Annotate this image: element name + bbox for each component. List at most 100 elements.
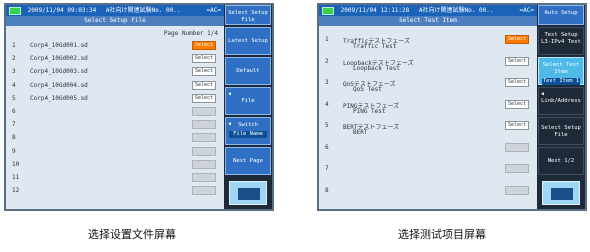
test-item-subtitle: Loopback Test bbox=[353, 64, 400, 72]
switch-button[interactable]: ◀ Switch File Name bbox=[225, 117, 271, 145]
row-number: 9 bbox=[12, 147, 16, 155]
page-title: Select Setup File bbox=[6, 16, 224, 26]
select-button[interactable]: Select bbox=[505, 121, 529, 130]
file-name: Corp4_10Gd002.sd bbox=[30, 55, 88, 63]
row-number: 8 bbox=[12, 134, 16, 142]
row-number: 3 bbox=[12, 68, 16, 76]
select-button[interactable]: Select bbox=[505, 78, 529, 87]
latest-setup-button[interactable]: Latest Setup bbox=[225, 27, 271, 55]
row-number: 6 bbox=[325, 143, 329, 151]
row-number: 8 bbox=[325, 186, 329, 194]
status-index: =AC= bbox=[519, 7, 534, 14]
row-number: 3 bbox=[325, 79, 329, 86]
next-page-button[interactable]: Next Page bbox=[225, 147, 271, 175]
select-button[interactable]: Select bbox=[192, 54, 216, 64]
row-number: 2 bbox=[325, 57, 329, 65]
row-number: 7 bbox=[325, 165, 329, 172]
softkey-title: Select Setup File bbox=[225, 5, 271, 25]
triangle-left-icon: ◀ bbox=[228, 121, 232, 127]
file-row: 11 Select bbox=[12, 173, 220, 182]
select-button: Select bbox=[192, 120, 216, 130]
timestamp: 2009/11/04 09:03:34 bbox=[27, 7, 97, 14]
softkey-panel: Select Setup File Latest Setup Default ◀… bbox=[224, 5, 272, 209]
row-number: 12 bbox=[12, 187, 20, 195]
row-number: 6 bbox=[12, 108, 16, 115]
select-button[interactable]: Select bbox=[505, 35, 529, 44]
file-row: 5 Corp4_10Gd005.sd Select bbox=[12, 93, 220, 103]
select-button[interactable]: Select bbox=[192, 80, 216, 90]
file-name: Corp4_10Gd001.sd bbox=[30, 42, 88, 49]
select-button: Select bbox=[505, 185, 529, 195]
select-button: Select bbox=[505, 164, 529, 173]
file-name: Corp4_10Gd004.sd bbox=[30, 81, 88, 89]
test-item-name: BERTテストフェーズ bbox=[343, 124, 400, 131]
row-number: 4 bbox=[325, 100, 329, 108]
select-button[interactable]: Select bbox=[192, 41, 216, 50]
select-setup-file-button[interactable]: Select Setup File bbox=[538, 117, 584, 145]
file-row: 12 Select bbox=[12, 186, 220, 196]
test-item-row: 5 BERTテストフェーズ BERT Select bbox=[325, 121, 533, 136]
caption-select-setup-file: 选择设置文件屏幕 bbox=[88, 228, 176, 241]
file-name: Corp4_10Gd005.sd bbox=[30, 94, 88, 102]
test-item-subtitle: PING Test bbox=[353, 107, 386, 115]
test-item-row: 6 Select bbox=[325, 142, 533, 158]
select-button: Select bbox=[192, 146, 216, 156]
test-item-row: 7 Select bbox=[325, 164, 533, 179]
select-button[interactable]: Select bbox=[505, 56, 529, 66]
link-address-button[interactable]: ◀ Link/Address bbox=[538, 87, 584, 115]
status-index: =AC= bbox=[206, 7, 221, 14]
select-test-item-button[interactable]: Select Test Item Test Item 1 bbox=[538, 57, 584, 85]
select-button[interactable]: Select bbox=[192, 93, 216, 103]
select-button: Select bbox=[192, 133, 216, 143]
file-row: 8 Select bbox=[12, 133, 220, 143]
select-setup-file-screen: 2009/11/04 09:03:34 A社向け関連試験No. 00.. =AC… bbox=[4, 3, 274, 211]
select-button[interactable]: Select bbox=[505, 99, 529, 109]
triangle-left-icon: ◀ bbox=[228, 91, 232, 97]
file-row: 10 Select bbox=[12, 159, 220, 169]
file-row: 1 Corp4_10Gd001.sd Select bbox=[12, 41, 220, 50]
select-button: Select bbox=[192, 107, 216, 116]
select-button: Select bbox=[192, 173, 216, 182]
row-number: 7 bbox=[12, 121, 16, 129]
file-button[interactable]: ◀ File bbox=[225, 87, 271, 115]
select-test-item-screen: 2009/11/04 12:11:28 A社向け関連試験No. 00.. =AC… bbox=[317, 3, 587, 211]
file-row: 3 Corp4_10Gd003.sd Select bbox=[12, 67, 220, 77]
file-row: 9 Select bbox=[12, 146, 220, 156]
test-item-row: 1 Trafficテストフェーズ Traffic Test Select bbox=[325, 35, 533, 50]
file-list: Page Number 1/4 1 Corp4_10Gd001.sd Select 2… bbox=[6, 26, 224, 209]
test-item-row: 3 QoSテストフェーズ QoS Test Select bbox=[325, 78, 533, 93]
status-bar: 2009/11/04 12:11:28 A社向け関連試験No. 00.. =AC… bbox=[319, 5, 537, 16]
battery-icon bbox=[9, 6, 21, 15]
page-title: Select Test Item bbox=[319, 16, 537, 26]
softkey-panel: Auto Setup Test Setup L3-IPv4 Test Selec… bbox=[537, 5, 585, 209]
caption-select-test-item: 选择测试项目屏幕 bbox=[398, 228, 486, 241]
file-row: 2 Corp4_10Gd002.sd Select bbox=[12, 54, 220, 64]
softkey-title: Auto Setup bbox=[538, 5, 584, 25]
row-number: 11 bbox=[12, 174, 20, 181]
next-button[interactable]: Next 1/2 bbox=[538, 147, 584, 175]
row-number: 10 bbox=[12, 160, 20, 168]
select-button: Select bbox=[192, 186, 216, 196]
status-bar: 2009/11/04 09:03:34 A社向け関連試験No. 00.. =AC… bbox=[6, 5, 224, 16]
page-number: Page Number 1/4 bbox=[163, 30, 218, 37]
test-item-list: 1 Trafficテストフェーズ Traffic Test Select 2 Loopba… bbox=[319, 26, 537, 209]
select-button: Select bbox=[505, 142, 529, 152]
test-setup-button[interactable]: Test Setup L3-IPv4 Test bbox=[538, 27, 584, 55]
file-row: 6 Select bbox=[12, 107, 220, 116]
device-logo-icon bbox=[542, 181, 580, 205]
battery-icon bbox=[322, 6, 334, 15]
default-button[interactable]: Default bbox=[225, 57, 271, 85]
select-button[interactable]: Select bbox=[192, 67, 216, 77]
row-number: 2 bbox=[12, 55, 16, 63]
row-number: 5 bbox=[325, 122, 329, 129]
row-number: 1 bbox=[12, 42, 16, 49]
test-item-row: 8 Select bbox=[325, 185, 533, 201]
test-item-subtitle: BERT bbox=[353, 129, 368, 136]
test-item-row: 4 PINGテストフェーズ PING Test Select bbox=[325, 99, 533, 115]
select-button: Select bbox=[192, 159, 216, 169]
test-item-row: 2 Loopbackテストフェーズ Loopback Test Select bbox=[325, 56, 533, 72]
file-row: 7 Select bbox=[12, 120, 220, 130]
row-number: 4 bbox=[12, 81, 16, 89]
triangle-left-icon: ◀ bbox=[541, 91, 545, 97]
file-name: Corp4_10Gd003.sd bbox=[30, 68, 88, 76]
